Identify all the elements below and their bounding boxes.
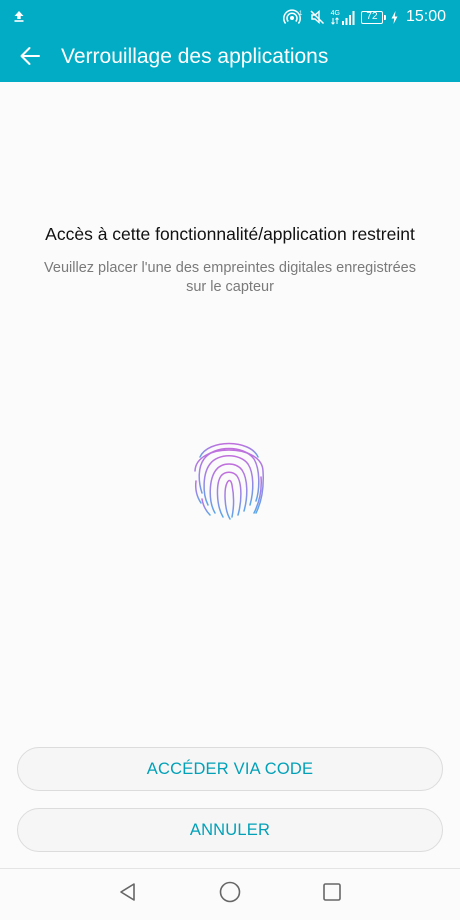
hotspot-icon: 1 bbox=[282, 9, 303, 25]
nav-back-button[interactable] bbox=[115, 881, 141, 907]
page-title: Verrouillage des applications bbox=[61, 45, 329, 68]
mute-icon bbox=[309, 9, 325, 25]
network-type-label: 4G bbox=[330, 9, 340, 17]
status-bar: 1 4G 72 15:00 bbox=[0, 0, 460, 34]
battery-icon: 72 bbox=[360, 10, 386, 24]
status-icons: 1 4G 72 15:00 bbox=[282, 6, 446, 28]
access-via-code-button[interactable]: ACCÉDER VIA CODE bbox=[17, 747, 443, 791]
arrow-left-icon bbox=[19, 46, 41, 71]
fingerprint-instruction: Veuillez placer l'une des empreintes dig… bbox=[44, 260, 416, 295]
status-clock: 15:00 bbox=[405, 8, 446, 25]
signal-icon: 4G bbox=[331, 10, 355, 25]
fingerprint-icon bbox=[190, 431, 268, 521]
nav-home-button[interactable] bbox=[217, 881, 243, 907]
charging-icon bbox=[391, 10, 398, 24]
nav-recents-button[interactable] bbox=[319, 881, 345, 907]
svg-text:1: 1 bbox=[299, 11, 303, 17]
restricted-access-heading: Accès à cette fonctionnalité/application… bbox=[45, 224, 415, 244]
back-button[interactable] bbox=[10, 40, 50, 76]
app-bar: Verrouillage des applications bbox=[0, 34, 460, 82]
upload-icon bbox=[12, 9, 26, 23]
app-lock-screen: 1 4G 72 15:00 Verrouillage des applicati… bbox=[0, 0, 460, 920]
nav-recents-icon bbox=[321, 881, 343, 908]
cancel-button[interactable]: ANNULER bbox=[17, 808, 443, 852]
nav-back-icon bbox=[117, 881, 139, 908]
navigation-bar bbox=[0, 869, 460, 920]
nav-home-icon bbox=[218, 880, 242, 909]
